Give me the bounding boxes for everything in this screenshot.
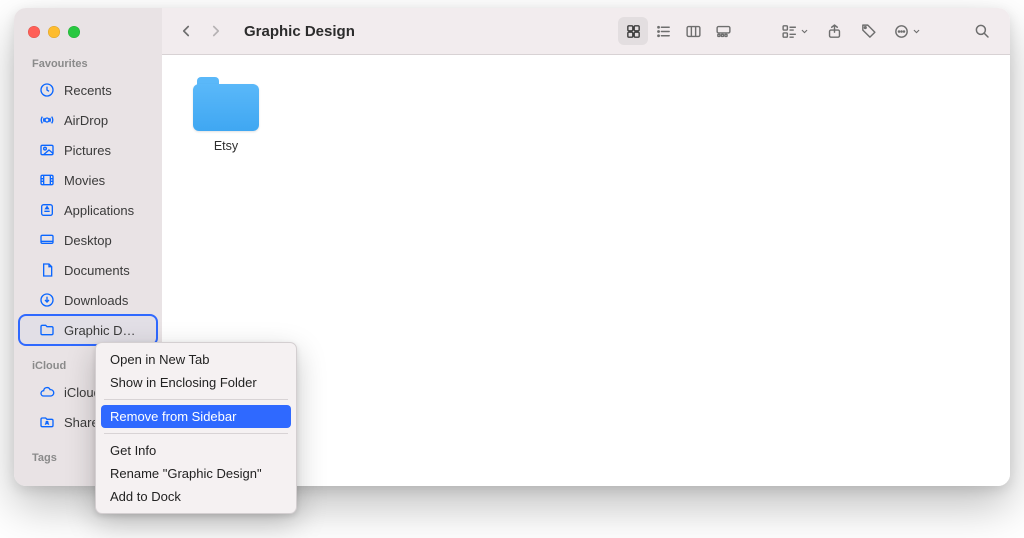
minimize-window-button[interactable] bbox=[48, 26, 60, 38]
movies-icon bbox=[38, 172, 56, 188]
sidebar-item-documents[interactable]: Documents bbox=[20, 256, 156, 284]
applications-icon bbox=[38, 202, 56, 218]
share-button[interactable] bbox=[820, 17, 848, 45]
zoom-window-button[interactable] bbox=[68, 26, 80, 38]
folder-icon bbox=[193, 77, 259, 131]
view-switcher bbox=[618, 17, 738, 45]
close-window-button[interactable] bbox=[28, 26, 40, 38]
context-menu: Open in New Tab Show in Enclosing Folder… bbox=[95, 342, 297, 514]
finder-window: Favourites Recents AirDrop Pictures Movi… bbox=[14, 8, 1010, 486]
folder-label: Etsy bbox=[214, 139, 238, 153]
sidebar-item-desktop[interactable]: Desktop bbox=[20, 226, 156, 254]
desktop-icon bbox=[38, 232, 56, 248]
view-icons-button[interactable] bbox=[618, 17, 648, 45]
group-by-button[interactable] bbox=[776, 17, 814, 45]
airdrop-icon bbox=[38, 112, 56, 128]
context-item-open-new-tab[interactable]: Open in New Tab bbox=[96, 348, 296, 371]
view-gallery-button[interactable] bbox=[708, 17, 738, 45]
view-list-button[interactable] bbox=[648, 17, 678, 45]
sidebar-item-label: Desktop bbox=[64, 233, 112, 248]
context-separator bbox=[104, 399, 288, 400]
sidebar-item-label: Downloads bbox=[64, 293, 128, 308]
sidebar-item-applications[interactable]: Applications bbox=[20, 196, 156, 224]
sidebar-item-label: Recents bbox=[64, 83, 112, 98]
folder-item-etsy[interactable]: Etsy bbox=[182, 77, 270, 153]
toolbar: Graphic Design bbox=[162, 8, 1010, 55]
sidebar-item-label: AirDrop bbox=[64, 113, 108, 128]
sidebar-item-downloads[interactable]: Downloads bbox=[20, 286, 156, 314]
sidebar-item-movies[interactable]: Movies bbox=[20, 166, 156, 194]
sidebar-item-graphic-design[interactable]: Graphic D… bbox=[20, 316, 156, 344]
search-button[interactable] bbox=[968, 17, 996, 45]
documents-icon bbox=[38, 262, 56, 278]
context-item-add-dock[interactable]: Add to Dock bbox=[96, 485, 296, 508]
sidebar-item-label: Applications bbox=[64, 203, 134, 218]
context-item-rename[interactable]: Rename "Graphic Design" bbox=[96, 462, 296, 485]
sidebar-item-label: Documents bbox=[64, 263, 130, 278]
context-item-show-enclosing[interactable]: Show in Enclosing Folder bbox=[96, 371, 296, 394]
sidebar-item-label: Graphic D… bbox=[64, 323, 136, 338]
tags-button[interactable] bbox=[854, 17, 882, 45]
traffic-lights bbox=[14, 20, 162, 44]
sidebar-section-favourites: Favourites bbox=[14, 44, 162, 74]
downloads-icon bbox=[38, 292, 56, 308]
sidebar-item-airdrop[interactable]: AirDrop bbox=[20, 106, 156, 134]
view-columns-button[interactable] bbox=[678, 17, 708, 45]
context-separator bbox=[104, 433, 288, 434]
sidebar-item-recents[interactable]: Recents bbox=[20, 76, 156, 104]
folder-icon bbox=[38, 322, 56, 338]
clock-icon bbox=[38, 82, 56, 98]
sidebar-item-label: Movies bbox=[64, 173, 105, 188]
sidebar-item-label: Pictures bbox=[64, 143, 111, 158]
action-menu-button[interactable] bbox=[888, 17, 926, 45]
icloud-icon bbox=[38, 384, 56, 400]
pictures-icon bbox=[38, 142, 56, 158]
context-item-get-info[interactable]: Get Info bbox=[96, 439, 296, 462]
forward-button[interactable] bbox=[202, 17, 230, 45]
sidebar-item-pictures[interactable]: Pictures bbox=[20, 136, 156, 164]
shared-icon bbox=[38, 414, 56, 430]
context-item-remove-sidebar[interactable]: Remove from Sidebar bbox=[101, 405, 291, 428]
folder-title: Graphic Design bbox=[244, 23, 355, 40]
back-button[interactable] bbox=[172, 17, 200, 45]
